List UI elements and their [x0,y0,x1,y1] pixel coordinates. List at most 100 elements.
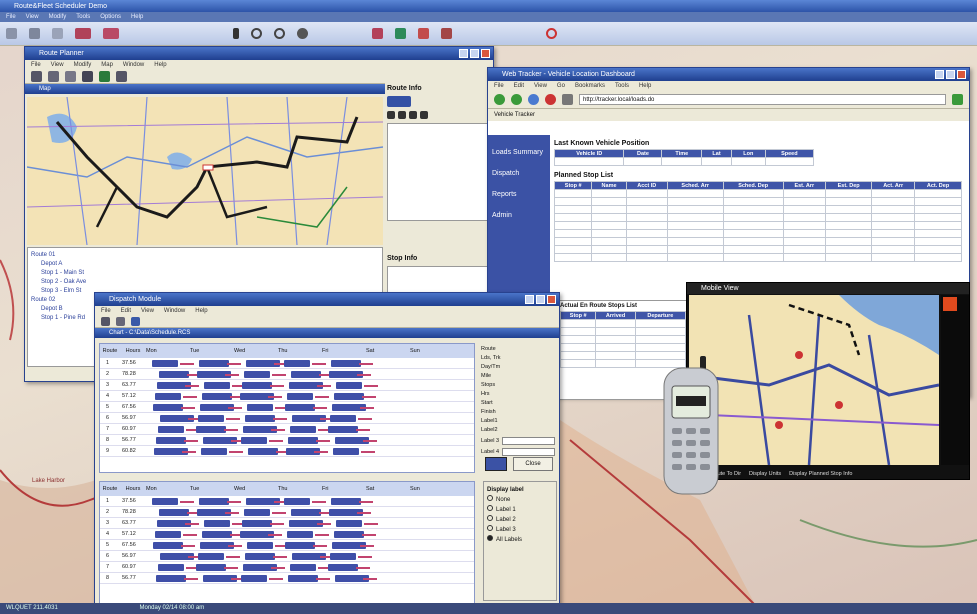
menu-item[interactable]: Window [164,306,185,316]
schedule-bar[interactable] [328,564,358,571]
radio-label2[interactable] [487,515,493,521]
menu-item[interactable]: Edit [121,306,131,316]
schedule-bar[interactable] [288,575,318,582]
schedule-bar[interactable] [153,542,183,549]
go-icon[interactable] [952,94,963,105]
list-item[interactable]: Depot A [31,260,379,269]
table-row[interactable] [553,221,962,230]
menu-item[interactable]: Window [123,60,144,70]
schedule-bar[interactable] [242,520,272,527]
schedule-bar[interactable] [244,371,270,378]
sidebar-item-reports[interactable]: Reports [488,177,550,198]
menu-item[interactable]: Bookmarks [575,81,605,91]
route-icon[interactable] [103,28,119,39]
table-row[interactable]: 5 67.56 [100,540,474,551]
schedule-bar[interactable] [247,542,273,549]
schedule-bar[interactable] [244,509,270,516]
schedule-bar[interactable] [328,426,358,433]
table-row[interactable]: 3 63.77 [100,380,474,391]
refresh-icon[interactable] [274,28,285,39]
menu-item[interactable]: Modify [49,12,67,22]
schedule-bar[interactable] [152,498,178,505]
table-row[interactable]: 4 57.12 [100,391,474,402]
save-icon[interactable] [101,317,110,326]
table-row[interactable]: 1 37.56 [100,358,474,369]
table-row[interactable]: 1 37.56 [100,496,474,507]
radio-none[interactable] [487,495,493,501]
menu-item[interactable]: Help [154,60,166,70]
table-row[interactable] [559,319,687,328]
menu-item[interactable]: Modify [74,60,92,70]
browser-tab[interactable]: Vehicle Tracker [488,109,969,121]
table-row[interactable]: 8 56.77 [100,573,474,584]
table-row[interactable] [559,335,687,344]
forward-icon[interactable] [511,94,522,105]
table-row[interactable]: 6 56.97 [100,413,474,424]
pointer-icon[interactable] [233,28,239,39]
sidebar-item-loads[interactable]: Loads Summary [488,135,550,156]
zoom-icon[interactable] [251,28,262,39]
table-row[interactable]: 8 56.77 [100,435,474,446]
menu-item[interactable]: Edit [514,81,524,91]
schedule-bar[interactable] [336,520,362,527]
table-row[interactable]: 4 57.12 [100,529,474,540]
schedule-bar[interactable] [334,531,364,538]
truck-icon[interactable] [75,28,91,39]
stop-icon[interactable] [398,111,406,119]
menu-item[interactable]: Tools [615,81,629,91]
schedule-bar[interactable] [290,564,316,571]
schedule-bar[interactable] [284,360,310,367]
table-row[interactable] [553,229,962,238]
table-row[interactable]: 9 60.82 [100,446,474,457]
schedule-bar[interactable] [153,404,183,411]
sidebar-item-admin[interactable]: Admin [488,198,550,219]
open-icon[interactable] [6,28,17,39]
schedule-bar[interactable] [158,564,184,571]
schedule-bar[interactable] [196,426,226,433]
truck-red-icon[interactable] [418,28,429,39]
schedule-bar[interactable] [331,498,361,505]
radio-label1[interactable] [487,505,493,511]
schedule-bar[interactable] [290,426,316,433]
stop-icon[interactable] [545,94,556,105]
label3-input[interactable] [502,437,555,445]
schedule-bar[interactable] [202,393,232,400]
menu-item[interactable]: View [141,306,154,316]
rewind-icon[interactable] [409,111,417,119]
table-row[interactable] [553,205,962,214]
menu-item[interactable]: File [494,81,504,91]
schedule-bar[interactable] [248,448,278,455]
menu-item[interactable]: Help [639,81,651,91]
settings-icon[interactable] [116,71,127,82]
schedule-bar[interactable] [241,575,267,582]
menu-item[interactable]: Help [195,306,207,316]
schedule-bar[interactable] [291,509,321,516]
table-row[interactable] [553,253,962,262]
schedule-bar[interactable] [336,382,362,389]
print-icon[interactable] [48,71,59,82]
table-row[interactable] [553,157,815,166]
schedule-bar[interactable] [155,531,181,538]
home-icon[interactable] [562,94,573,105]
menu-item[interactable]: Help [131,12,143,22]
table-row[interactable] [553,197,962,206]
schedule-bar[interactable] [156,575,186,582]
close-button[interactable]: Close [513,457,553,471]
play-icon[interactable] [387,111,395,119]
menu-item[interactable]: File [6,12,16,22]
table-row[interactable]: 2 78.28 [100,507,474,518]
menu-item[interactable]: File [101,306,111,316]
search-icon[interactable] [546,28,557,39]
table-row[interactable] [559,327,687,336]
schedule-bar[interactable] [199,360,229,367]
schedule-bar[interactable] [285,542,315,549]
menu-item[interactable]: Go [557,81,565,91]
schedule-bar[interactable] [284,498,310,505]
menu-item[interactable]: Map [101,60,113,70]
back-icon[interactable] [494,94,505,105]
label4-input[interactable] [502,448,555,456]
display-stops-button[interactable]: Display Planned Stop Info [789,467,852,481]
table-row[interactable]: 3 63.77 [100,518,474,529]
schedule-bar[interactable] [152,360,178,367]
tower-icon[interactable] [395,28,406,39]
